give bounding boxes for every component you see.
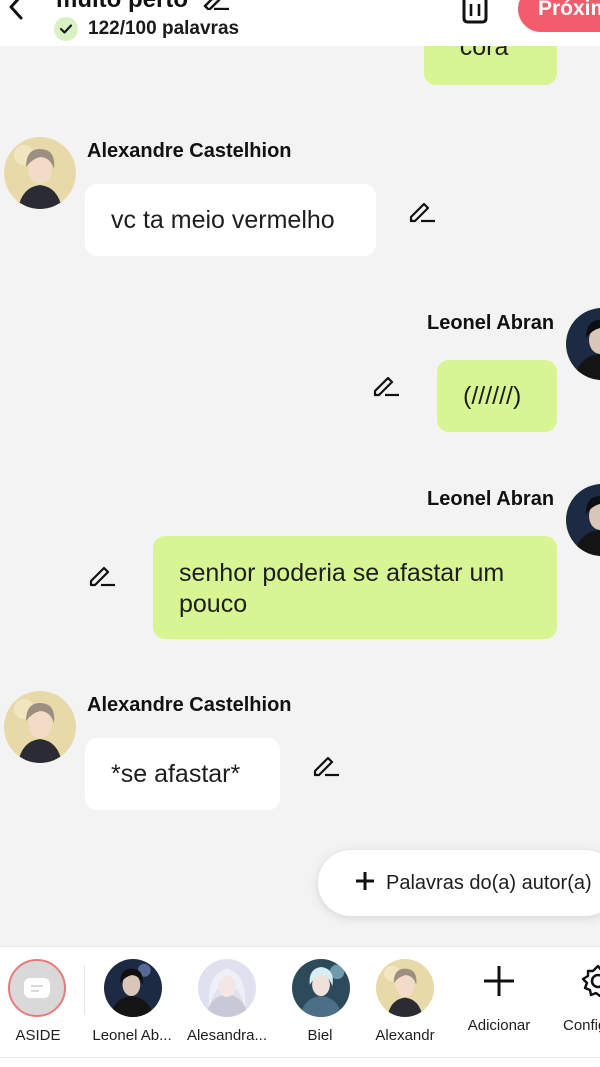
check-icon bbox=[54, 17, 78, 41]
aside-avatar bbox=[8, 959, 66, 1017]
divider bbox=[0, 1057, 600, 1058]
title-edit-icon[interactable] bbox=[202, 0, 230, 12]
character-leonel[interactable]: Leonel Ab... bbox=[88, 947, 176, 1067]
edit-message-icon[interactable] bbox=[408, 198, 436, 224]
character-alesandra[interactable]: Alesandra... bbox=[182, 947, 272, 1067]
plus-icon bbox=[483, 965, 515, 1002]
character-bar: ASIDE Leonel Ab... Alesandra... Biel Ale… bbox=[0, 946, 600, 1067]
character-label: Biel bbox=[307, 1027, 333, 1044]
speaker-name: Alexandre Castelhion bbox=[87, 694, 292, 716]
chapter-title: muito perto bbox=[56, 0, 188, 14]
word-count-label: 122/100 palavras bbox=[88, 18, 240, 39]
settings-button[interactable]: Configurações bbox=[560, 947, 600, 1067]
word-count: 122/100 palavras bbox=[54, 16, 239, 42]
message-bubble[interactable]: *cora bbox=[424, 46, 557, 85]
add-character-label: Adicionar bbox=[467, 1017, 531, 1034]
top-bar: muito perto 122/100 palavras Próximo bbox=[0, 0, 600, 46]
add-author-words-label: Palavras do(a) autor(a) bbox=[386, 871, 592, 894]
edit-message-icon[interactable] bbox=[312, 752, 340, 778]
character-aside[interactable]: ASIDE bbox=[0, 947, 76, 1067]
speaker-name: Leonel Abran bbox=[427, 488, 555, 510]
chat-area: *cora Alexandre Castelhion vc ta meio ve… bbox=[0, 46, 600, 946]
alexandre-avatar bbox=[376, 959, 434, 1017]
message-bubble[interactable]: senhor poderia se afastar um pouco bbox=[153, 536, 557, 639]
divider bbox=[84, 965, 85, 1015]
character-alexandre[interactable]: Alexandr bbox=[372, 947, 438, 1067]
alesandra-avatar bbox=[198, 959, 256, 1017]
character-biel[interactable]: Biel bbox=[286, 947, 354, 1067]
leonel-avatar bbox=[104, 959, 162, 1017]
add-character-button[interactable]: Adicionar bbox=[456, 947, 542, 1067]
trash-icon[interactable] bbox=[458, 0, 492, 24]
message-text: senhor poderia se afastar um pouco bbox=[179, 559, 505, 618]
edit-message-icon[interactable] bbox=[372, 372, 400, 398]
alexandre-avatar[interactable] bbox=[4, 691, 76, 763]
next-button[interactable]: Próximo bbox=[518, 0, 600, 32]
edit-message-icon[interactable] bbox=[88, 562, 116, 588]
plus-icon bbox=[354, 870, 376, 897]
gear-icon bbox=[580, 963, 600, 1004]
message-text: vc ta meio vermelho bbox=[111, 206, 335, 234]
character-label: Leonel Ab... bbox=[92, 1027, 172, 1044]
message-bubble[interactable]: (//////) bbox=[437, 360, 557, 432]
message-bubble[interactable]: vc ta meio vermelho bbox=[85, 184, 376, 256]
character-label: Alexandr bbox=[375, 1027, 435, 1044]
message-text: (//////) bbox=[463, 382, 522, 410]
speaker-name: Leonel Abran bbox=[427, 312, 555, 334]
add-author-words-button[interactable]: Palavras do(a) autor(a) bbox=[318, 850, 600, 916]
biel-avatar bbox=[292, 959, 350, 1017]
leonel-avatar[interactable] bbox=[566, 484, 600, 556]
leonel-avatar[interactable] bbox=[566, 308, 600, 380]
back-arrow-icon[interactable] bbox=[6, 0, 26, 22]
settings-label: Configurações bbox=[563, 1017, 600, 1034]
message-text: *se afastar* bbox=[111, 760, 241, 788]
message-bubble[interactable]: *se afastar* bbox=[85, 738, 280, 810]
character-label: Alesandra... bbox=[186, 1027, 268, 1044]
alexandre-avatar[interactable] bbox=[4, 137, 76, 209]
character-label: ASIDE bbox=[15, 1027, 61, 1044]
message-text: *cora bbox=[450, 46, 509, 61]
speaker-name: Alexandre Castelhion bbox=[87, 140, 292, 162]
